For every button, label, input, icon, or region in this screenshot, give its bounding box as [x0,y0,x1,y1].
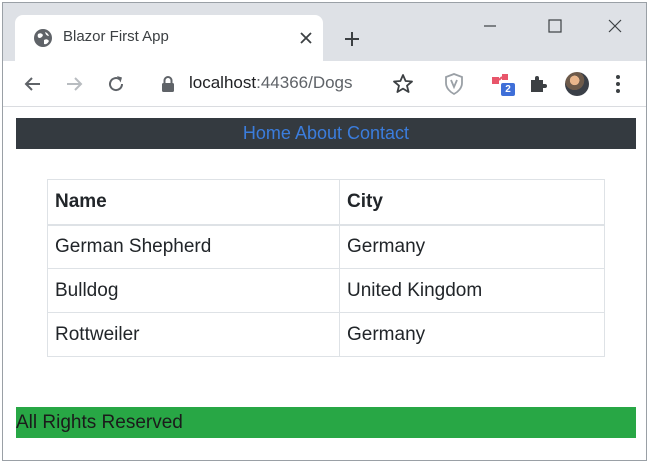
window-close-button[interactable] [593,11,637,41]
url-path: :44366/Dogs [256,73,353,92]
reload-icon [109,76,124,92]
reload-button[interactable] [103,71,129,97]
maximize-button[interactable] [533,11,577,41]
close-icon [300,32,312,44]
minimize-icon [484,25,496,27]
table-header-row: Name City [47,179,605,226]
minimize-button[interactable] [468,11,512,41]
new-tab-button[interactable] [340,27,364,51]
nav-link-about[interactable]: About [295,123,342,143]
arrow-left-icon [24,77,40,91]
nav-link-home[interactable]: Home [243,123,291,143]
tab-strip: Blazor First App [3,3,646,61]
shield-extension-button[interactable] [441,71,467,97]
footer-text: All Rights Reserved [16,412,183,433]
cell-name: Rottweiler [47,312,340,357]
nav-link-contact[interactable]: Contact [347,123,409,143]
page-content: Home About Contact Name City German Shep… [3,108,646,460]
table-row: Rottweiler Germany [47,312,605,357]
extension-badge: 2 [501,83,515,96]
browser-menu-button[interactable] [605,71,631,97]
cell-city: Germany [339,312,605,357]
extension-button[interactable]: 2 [487,71,517,97]
puzzle-icon [531,76,547,92]
navbar: Home About Contact [16,118,636,149]
browser-toolbar: localhost:44366/Dogs 2 [3,61,646,107]
extensions-menu-button[interactable] [525,71,551,97]
table-row: German Shepherd Germany [47,224,605,269]
table-row: Bulldog United Kingdom [47,268,605,313]
tab-close-button[interactable] [295,27,317,49]
cell-city: United Kingdom [339,268,605,313]
cell-name: Bulldog [47,268,340,313]
bookmark-button[interactable] [390,71,416,97]
cell-city: Germany [339,224,605,269]
tab-blazor-first-app[interactable]: Blazor First App [15,15,323,61]
address-bar[interactable]: localhost:44366/Dogs [189,73,353,93]
plus-icon [345,32,359,46]
column-header-name: Name [47,179,340,226]
url-host: localhost [189,73,257,92]
arrow-right-icon [67,77,83,91]
close-icon [608,19,622,33]
tab-title: Blazor First App [63,28,169,45]
browser-window: Blazor First App localhost:44366/Dogs 2 … [2,2,647,461]
back-button[interactable] [20,71,46,97]
maximize-icon [548,19,562,33]
shield-icon [445,73,463,95]
star-icon [393,74,413,93]
cell-name: German Shepherd [47,224,340,269]
lock-icon[interactable] [159,75,177,93]
dogs-table: Name City German Shepherd Germany Bulldo… [47,179,605,357]
globe-icon [34,29,52,47]
more-vertical-icon [616,75,620,93]
footer: All Rights Reserved [16,407,636,438]
profile-avatar[interactable] [565,72,589,96]
forward-button[interactable] [61,71,87,97]
column-header-city: City [339,179,605,226]
